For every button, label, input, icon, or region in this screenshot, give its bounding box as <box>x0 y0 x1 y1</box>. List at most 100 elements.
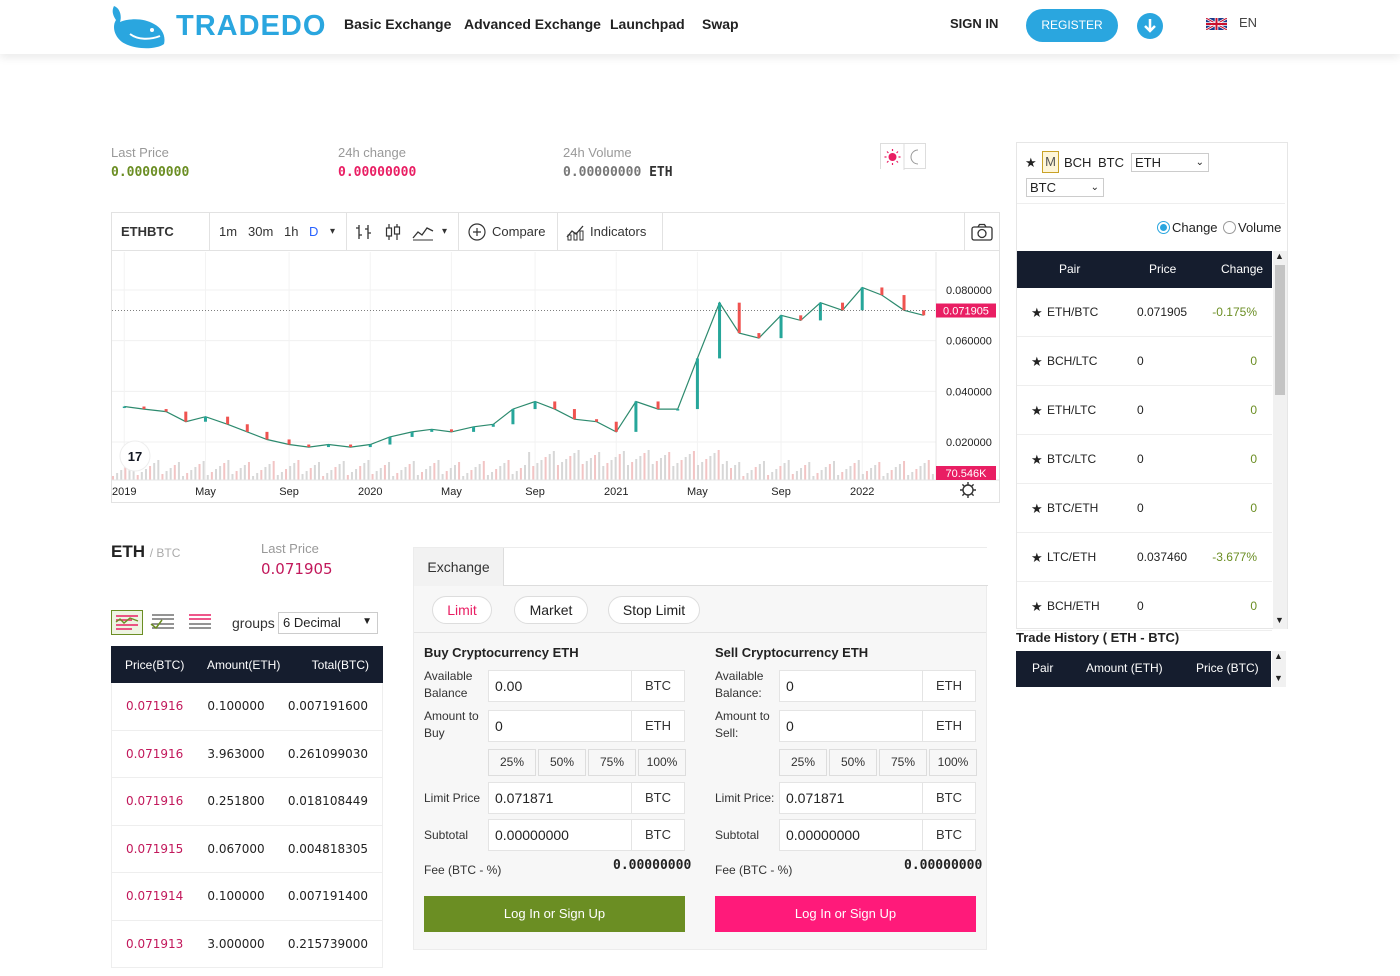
radio-change[interactable] <box>1157 221 1170 234</box>
candles-style-icon[interactable] <box>384 223 402 241</box>
indicators-icon[interactable] <box>566 223 586 241</box>
nav-swap[interactable]: Swap <box>702 16 739 32</box>
chart-symbol[interactable]: ETHBTC <box>121 224 174 239</box>
sell-amount-input[interactable]: 0 <box>779 710 923 742</box>
market-row[interactable]: ★ BCH/LTC 0 0 <box>1017 337 1272 386</box>
market-row[interactable]: ★ LTC/ETH 0.037460 -3.677% <box>1017 533 1272 582</box>
bars-style-icon[interactable] <box>355 223 373 241</box>
volume-bar <box>515 471 518 480</box>
price-candle <box>779 315 783 339</box>
camera-icon[interactable] <box>971 223 993 241</box>
order-book-row[interactable]: 0.071914 0.100000 0.007191400 <box>111 873 383 921</box>
interval-1m[interactable]: 1m <box>219 224 237 239</box>
volume-bar <box>206 475 209 480</box>
market-scrollbar[interactable]: ▲ ▼ <box>1273 251 1287 629</box>
uk-flag-icon[interactable] <box>1206 18 1227 30</box>
sell-pct-100[interactable]: 100% <box>929 749 977 776</box>
buy-pct-75[interactable]: 75% <box>588 749 636 776</box>
nav-launchpad[interactable]: Launchpad <box>610 16 685 32</box>
market-row[interactable]: ★ ETH/LTC 0 0 <box>1017 386 1272 435</box>
mk-change: 0 <box>1250 501 1257 515</box>
favorite-star-icon[interactable]: ★ <box>1031 403 1043 419</box>
interval-dropdown-icon[interactable]: ▾ <box>330 226 335 237</box>
sign-in-link[interactable]: SIGN IN <box>950 16 998 31</box>
style-dropdown-icon[interactable]: ▾ <box>442 226 447 237</box>
market-tab-bch[interactable]: BCH <box>1064 155 1091 170</box>
radio-volume[interactable] <box>1223 221 1236 234</box>
favorite-star-icon[interactable]: ★ <box>1031 599 1043 615</box>
language-selector[interactable]: EN <box>1239 15 1257 30</box>
view-buy-icon[interactable] <box>148 610 180 635</box>
volume-bar <box>260 470 263 480</box>
register-button[interactable]: REGISTER <box>1026 9 1118 42</box>
buy-pct-100[interactable]: 100% <box>638 749 686 776</box>
volume-bar <box>482 461 485 480</box>
order-type-stop-limit[interactable]: Stop Limit <box>608 596 700 624</box>
view-sell-icon[interactable] <box>185 610 217 635</box>
volume-bar <box>787 460 790 480</box>
order-book-row[interactable]: 0.071916 0.251800 0.018108449 <box>111 778 383 826</box>
change-24h-value: 0.00000000 <box>338 165 417 180</box>
volume-bar <box>392 476 395 480</box>
nav-basic-exchange[interactable]: Basic Exchange <box>344 16 451 32</box>
market-select-eth[interactable]: ETH ⌄ <box>1131 153 1209 172</box>
market-tab-m[interactable]: M <box>1042 151 1059 173</box>
volume-bar <box>305 471 308 480</box>
market-select-btc[interactable]: BTC ⌄ <box>1026 178 1104 197</box>
volume-bar <box>524 465 526 480</box>
volume-bar <box>383 465 386 480</box>
ob-total: 0.018108449 <box>287 794 368 809</box>
price-chart-plot[interactable]: 0.080000 0.060000 0.040000 0.020000 2019 May… <box>112 252 999 502</box>
favorites-star-icon[interactable]: ★ <box>1025 155 1037 171</box>
download-icon[interactable] <box>1137 13 1163 39</box>
order-book-row[interactable]: 0.071913 3.000000 0.215739000 <box>111 920 383 968</box>
tab-exchange[interactable]: Exchange <box>414 548 504 586</box>
buy-amount-input[interactable]: 0 <box>488 710 632 742</box>
interval-d[interactable]: D <box>309 224 318 239</box>
order-type-market[interactable]: Market <box>514 596 588 624</box>
sell-pct-25[interactable]: 25% <box>779 749 827 776</box>
buy-limit-price-input[interactable]: 0.071871 <box>488 782 632 814</box>
buy-pct-25[interactable]: 25% <box>488 749 536 776</box>
compare-button[interactable]: Compare <box>492 224 545 239</box>
sell-login-button[interactable]: Log In or Sign Up <box>715 896 976 932</box>
favorite-star-icon[interactable]: ★ <box>1031 305 1043 321</box>
market-row[interactable]: ★ BTC/ETH 0 0 <box>1017 484 1272 533</box>
volume-bar <box>252 476 255 480</box>
order-book-row[interactable]: 0.071916 0.100000 0.007191600 <box>111 683 383 731</box>
favorite-star-icon[interactable]: ★ <box>1031 550 1043 566</box>
favorite-star-icon[interactable]: ★ <box>1031 354 1043 370</box>
interval-30m[interactable]: 30m <box>248 224 273 239</box>
mk-price: 0 <box>1137 501 1144 515</box>
volume-bar <box>845 469 848 480</box>
view-both-icon[interactable] <box>111 610 143 635</box>
favorite-star-icon[interactable]: ★ <box>1031 452 1043 468</box>
order-type-limit[interactable]: Limit <box>432 596 492 624</box>
ob-amount: 0.067000 <box>207 841 265 856</box>
groups-select[interactable]: 6 Decimal ▼ <box>278 612 378 634</box>
sell-limit-price-input[interactable]: 0.071871 <box>779 782 923 814</box>
x-tick-label: May <box>441 486 462 498</box>
area-style-icon[interactable] <box>412 223 434 241</box>
order-book-row[interactable]: 0.071916 3.963000 0.261099030 <box>111 730 383 778</box>
buy-login-button[interactable]: Log In or Sign Up <box>424 896 685 932</box>
compare-plus-icon[interactable] <box>468 223 486 241</box>
market-tab-btc[interactable]: BTC <box>1098 155 1124 170</box>
buy-pct-50[interactable]: 50% <box>538 749 586 776</box>
nav-advanced-exchange[interactable]: Advanced Exchange <box>464 16 601 32</box>
theme-toggle[interactable] <box>880 143 926 170</box>
market-row[interactable]: ★ ETH/BTC 0.071905 -0.175% <box>1017 288 1272 337</box>
order-book-row[interactable]: 0.071915 0.067000 0.004818305 <box>111 825 383 873</box>
volume-bar <box>697 465 700 480</box>
sell-pct-75[interactable]: 75% <box>879 749 927 776</box>
sell-pct-50[interactable]: 50% <box>829 749 877 776</box>
market-row[interactable]: ★ BCH/ETH 0 0 <box>1017 582 1272 631</box>
indicators-button[interactable]: Indicators <box>590 224 646 239</box>
tradedo-logo[interactable]: TRADEDO <box>110 2 325 50</box>
favorite-star-icon[interactable]: ★ <box>1031 501 1043 517</box>
market-row[interactable]: ★ BTC/LTC 0 0 <box>1017 435 1272 484</box>
trade-history-scrollbar[interactable]: ▲ ▼ <box>1272 651 1286 687</box>
tradingview-logo-icon: 17 <box>119 440 151 472</box>
volume-bar <box>470 470 473 480</box>
interval-1h[interactable]: 1h <box>284 224 298 239</box>
